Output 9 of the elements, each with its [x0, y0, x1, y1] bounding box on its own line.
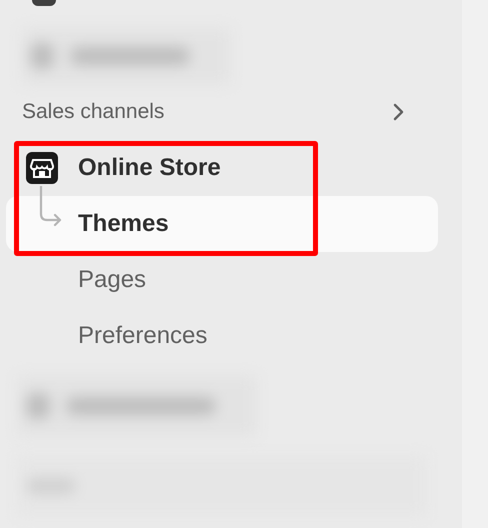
sub-nav-item[interactable]: Themes [6, 196, 438, 252]
sub-nav-item[interactable]: Pages [6, 252, 438, 308]
nav-item[interactable]: Online Store [78, 154, 221, 182]
section-title: Sales channels [22, 100, 166, 124]
connector-arrow-icon [38, 186, 64, 228]
sub-nav-item[interactable]: Preferences [6, 308, 438, 364]
partial-icon [32, 0, 56, 6]
chevron-icon[interactable] [392, 102, 406, 122]
store-icon [26, 152, 58, 184]
